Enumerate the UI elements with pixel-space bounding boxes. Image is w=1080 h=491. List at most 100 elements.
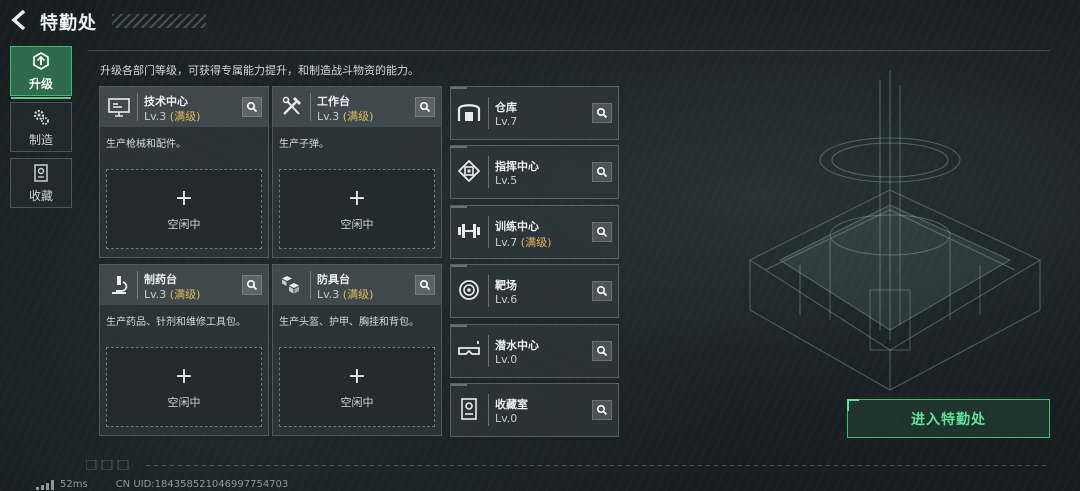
- ping-value: 52ms: [60, 479, 88, 490]
- nav-tab-upgrade[interactable]: 升级: [10, 46, 72, 99]
- collection-icon: [34, 163, 48, 182]
- warehouse-icon: [457, 104, 481, 121]
- facility-model-render: [748, 70, 1042, 391]
- back-arrow-icon[interactable]: [8, 8, 32, 32]
- level-value: Lv.5: [495, 174, 518, 187]
- title-decoration: [112, 14, 206, 28]
- facility-card-warehouse[interactable]: 仓库 Lv.7: [450, 86, 619, 140]
- facility-card-training-center[interactable]: 训练中心 Lv.7 (满级): [450, 205, 619, 259]
- facility-level: Lv.3 (满级): [317, 286, 373, 302]
- divider: [488, 275, 489, 307]
- level-value: Lv.3: [144, 288, 167, 301]
- status-bar: 52ms CN UID:18435852104699775​4703: [10, 478, 288, 491]
- max-level-badge: (满级): [342, 110, 374, 123]
- magnifier-icon: [596, 166, 608, 178]
- target-icon: [459, 280, 479, 300]
- facility-level: Lv.0: [495, 412, 517, 425]
- inspect-button[interactable]: [592, 103, 612, 123]
- slot-status: 空闲中: [340, 218, 374, 231]
- level-value: Lv.3: [317, 288, 340, 301]
- cubes-icon: [282, 276, 299, 294]
- facility-level: Lv.3 (满级): [144, 108, 200, 124]
- level-value: Lv.3: [144, 110, 167, 123]
- plus-icon: +: [347, 364, 367, 389]
- facility-card-tech-center[interactable]: 技术中心 Lv.3 (满级) 生产枪械和配件。 + 空闲中: [99, 86, 269, 258]
- inspect-button[interactable]: [415, 97, 435, 117]
- facility-level: Lv.3 (满级): [144, 286, 200, 302]
- top-divider: [88, 50, 1050, 51]
- magnifier-icon: [419, 101, 431, 113]
- inspect-button[interactable]: [592, 222, 612, 242]
- facility-name: 潜水中心: [495, 339, 539, 352]
- max-level-badge: (满级): [520, 236, 552, 249]
- slot-status: 空闲中: [340, 396, 374, 409]
- slot-status: 空闲中: [167, 218, 201, 231]
- nav-tab-craft[interactable]: 制造: [10, 102, 72, 152]
- facility-card-workbench[interactable]: 工作台 Lv.3 (满级) 生产子弹。 + 空闲中: [272, 86, 442, 258]
- tools-icon: [282, 96, 301, 115]
- production-slot[interactable]: + 空闲中: [279, 169, 435, 249]
- facility-name: 指挥中心: [495, 160, 539, 173]
- facility-level: Lv.5: [495, 174, 517, 187]
- divider: [310, 93, 311, 121]
- divider: [137, 271, 138, 299]
- facility-name: 训练中心: [495, 220, 539, 233]
- magnifier-icon: [246, 101, 258, 113]
- max-level-badge: (满级): [169, 288, 201, 301]
- chip-icon: [457, 159, 481, 183]
- facility-description: 生产头盔、护甲、胸挂和背包。: [279, 317, 419, 328]
- facility-name: 技术中心: [144, 95, 188, 108]
- facility-level: Lv.0: [495, 353, 517, 366]
- enter-special-ops-button[interactable]: 进入特勤处: [847, 399, 1050, 438]
- magnifier-icon: [419, 279, 431, 291]
- signal-strength-icon: [36, 479, 54, 490]
- bottom-divider: [146, 465, 1050, 466]
- facility-name: 工作台: [317, 95, 350, 108]
- magnifier-icon: [596, 107, 608, 119]
- microscope-icon: [112, 276, 128, 294]
- plus-icon: +: [174, 364, 194, 389]
- facility-description: 生产药品、针剂和维修工具包。: [106, 317, 246, 328]
- max-level-badge: (满级): [342, 288, 374, 301]
- facility-card-collection-room[interactable]: 收藏室 Lv.0: [450, 383, 619, 437]
- facility-level: Lv.7 (满级): [495, 234, 551, 250]
- magnifier-icon: [246, 279, 258, 291]
- facility-card-command-center[interactable]: 指挥中心 Lv.5: [450, 145, 619, 199]
- facility-card-diving-center[interactable]: 潜水中心 Lv.0: [450, 324, 619, 378]
- trophy-icon: [461, 398, 477, 420]
- divider: [488, 394, 489, 426]
- facility-name: 仓库: [495, 101, 517, 114]
- magnifier-icon: [596, 345, 608, 357]
- card-header: 工作台 Lv.3 (满级): [273, 87, 441, 127]
- inspect-button[interactable]: [592, 281, 612, 301]
- divider: [488, 335, 489, 367]
- gears-icon: [33, 109, 49, 125]
- production-slot[interactable]: + 空闲中: [106, 169, 262, 249]
- inspect-button[interactable]: [592, 162, 612, 182]
- magnifier-icon: [596, 285, 608, 297]
- divider: [488, 97, 489, 129]
- header: 特勤处: [0, 0, 240, 40]
- facility-description: 生产枪械和配件。: [106, 139, 186, 150]
- inspect-button[interactable]: [592, 400, 612, 420]
- inspect-button[interactable]: [592, 341, 612, 361]
- slot-status: 空闲中: [167, 396, 201, 409]
- nav-label: 制造: [28, 132, 53, 147]
- inspect-button[interactable]: [415, 275, 435, 295]
- card-header: 技术中心 Lv.3 (满级): [100, 87, 268, 127]
- plus-icon: +: [174, 186, 194, 211]
- facility-card-shooting-range[interactable]: 靶场 Lv.6: [450, 264, 619, 318]
- divider: [310, 271, 311, 299]
- nav-tab-collection[interactable]: 收藏: [10, 158, 72, 208]
- inspect-button[interactable]: [242, 275, 262, 295]
- facility-name: 防具台: [317, 273, 350, 286]
- user-uid: CN UID:18435852104699775​4703: [115, 479, 289, 490]
- inspect-button[interactable]: [242, 97, 262, 117]
- production-slot[interactable]: + 空闲中: [106, 347, 262, 427]
- facility-card-armor-bench[interactable]: 防具台 Lv.3 (满级) 生产头盔、护甲、胸挂和背包。 + 空闲中: [272, 264, 442, 436]
- divider: [488, 156, 489, 188]
- facility-card-pharmacy[interactable]: 制药台 Lv.3 (满级) 生产药品、针剂和维修工具包。 + 空闲中: [99, 264, 269, 436]
- nav-label: 升级: [28, 76, 53, 91]
- production-slot[interactable]: + 空闲中: [279, 347, 435, 427]
- enter-button-label: 进入特勤处: [911, 411, 986, 428]
